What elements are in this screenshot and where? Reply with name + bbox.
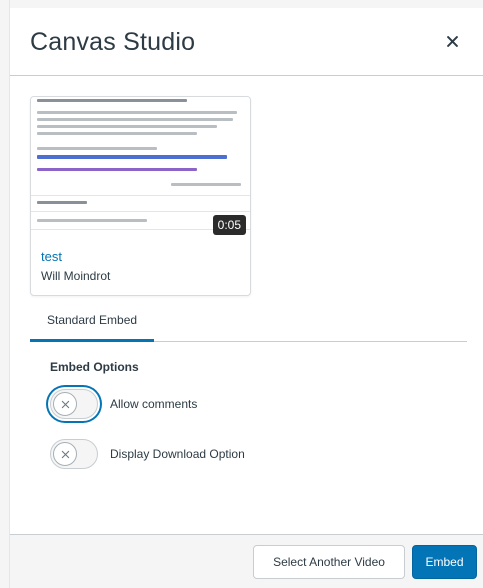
download-option-switch[interactable] xyxy=(50,439,98,469)
embed-tabs: Standard Embed xyxy=(30,308,467,342)
allow-comments-switch[interactable] xyxy=(50,389,98,419)
video-duration-badge: 0:05 xyxy=(212,215,246,235)
embed-options-heading: Embed Options xyxy=(50,360,139,374)
toggle-knob xyxy=(53,392,77,416)
embed-button[interactable]: Embed xyxy=(412,545,477,579)
x-icon xyxy=(61,450,69,458)
download-option-toggle[interactable]: Display Download Option xyxy=(50,438,245,470)
modal-title: Canvas Studio xyxy=(30,28,196,56)
close-button[interactable] xyxy=(441,30,463,52)
video-author: Will Moindrot xyxy=(41,269,111,283)
close-icon xyxy=(446,35,458,47)
x-icon xyxy=(61,400,69,408)
allow-comments-toggle[interactable]: Allow comments xyxy=(50,388,197,420)
download-option-label: Display Download Option xyxy=(110,447,245,461)
allow-comments-label: Allow comments xyxy=(110,397,198,411)
background-left xyxy=(0,0,10,588)
video-title-link[interactable]: test xyxy=(41,249,62,264)
background-top xyxy=(0,0,483,8)
tab-standard-embed[interactable]: Standard Embed xyxy=(30,308,155,342)
modal-footer: Select Another Video Embed xyxy=(10,534,483,588)
video-thumbnail[interactable]: 0:05 xyxy=(31,97,250,239)
modal-header: Canvas Studio xyxy=(10,8,483,76)
canvas-studio-modal: Canvas Studio 0:05 test Will Moindrot St… xyxy=(10,8,483,588)
toggle-knob xyxy=(53,442,77,466)
select-another-video-button[interactable]: Select Another Video xyxy=(253,545,405,579)
video-card[interactable]: 0:05 test Will Moindrot xyxy=(30,96,251,296)
